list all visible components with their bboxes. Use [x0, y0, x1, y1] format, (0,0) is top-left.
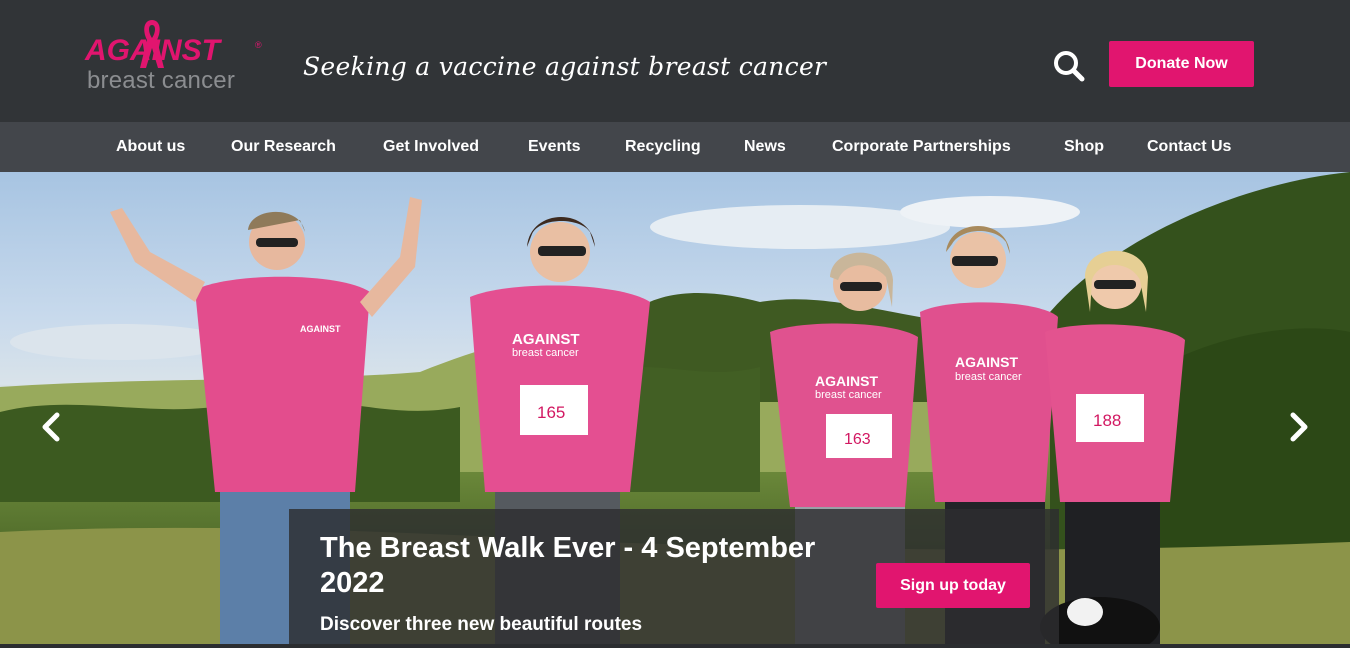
bib-number: 163: [844, 431, 871, 448]
nav-item-get-involved[interactable]: Get Involved: [383, 139, 479, 155]
nav-item-corporate-partnerships[interactable]: Corporate Partnerships: [832, 139, 1011, 155]
logo-wordmark-bottom: breast cancer: [87, 67, 236, 94]
nav-item-about-us[interactable]: About us: [116, 139, 185, 155]
nav-item-shop[interactable]: Shop: [1064, 139, 1104, 155]
nav-item-our-research[interactable]: Our Research: [231, 139, 336, 155]
nav-item-events[interactable]: Events: [528, 139, 580, 155]
pink-ribbon-icon: [140, 20, 164, 68]
donate-now-button[interactable]: Donate Now: [1109, 41, 1254, 87]
svg-text:AGAINST: AGAINST: [300, 324, 341, 334]
hero-caption: The Breast Walk Ever - 4 September 2022 …: [289, 509, 1059, 644]
sign-up-button[interactable]: Sign up today: [876, 563, 1030, 608]
hero-subtitle: Discover three new beautiful routes: [320, 614, 643, 635]
chevron-left-icon[interactable]: [40, 412, 62, 442]
search-icon[interactable]: [1052, 49, 1086, 83]
svg-text:AGAINST: AGAINST: [955, 354, 1018, 370]
chevron-right-icon[interactable]: [1288, 412, 1310, 442]
nav-item-contact-us[interactable]: Contact Us: [1147, 139, 1231, 155]
svg-text:AGAINST: AGAINST: [512, 331, 580, 348]
site-logo[interactable]: AGAINST ® breast cancer: [85, 18, 270, 98]
nav-item-recycling[interactable]: Recycling: [625, 139, 701, 155]
bib-number: 165: [537, 403, 565, 422]
svg-text:breast cancer: breast cancer: [955, 371, 1022, 383]
hero-title: The Breast Walk Ever - 4 September 2022: [320, 532, 816, 599]
site-tagline: Seeking a vaccine against breast cancer: [303, 52, 827, 81]
main-navigation: About us Our Research Get Involved Event…: [0, 122, 1350, 172]
site-header: AGAINST ® breast cancer Seeking a vaccin…: [0, 0, 1350, 122]
nav-item-news[interactable]: News: [744, 139, 786, 155]
hero-carousel: AGAINST 165 AGAINST breast cancer 163 AG…: [0, 172, 1350, 644]
page-bottom-edge: [0, 644, 1350, 648]
svg-text:breast cancer: breast cancer: [815, 389, 882, 401]
svg-text:breast cancer: breast cancer: [512, 347, 579, 359]
svg-text:AGAINST: AGAINST: [815, 373, 878, 389]
registered-mark: ®: [255, 40, 262, 50]
bib-number: 188: [1093, 411, 1121, 430]
